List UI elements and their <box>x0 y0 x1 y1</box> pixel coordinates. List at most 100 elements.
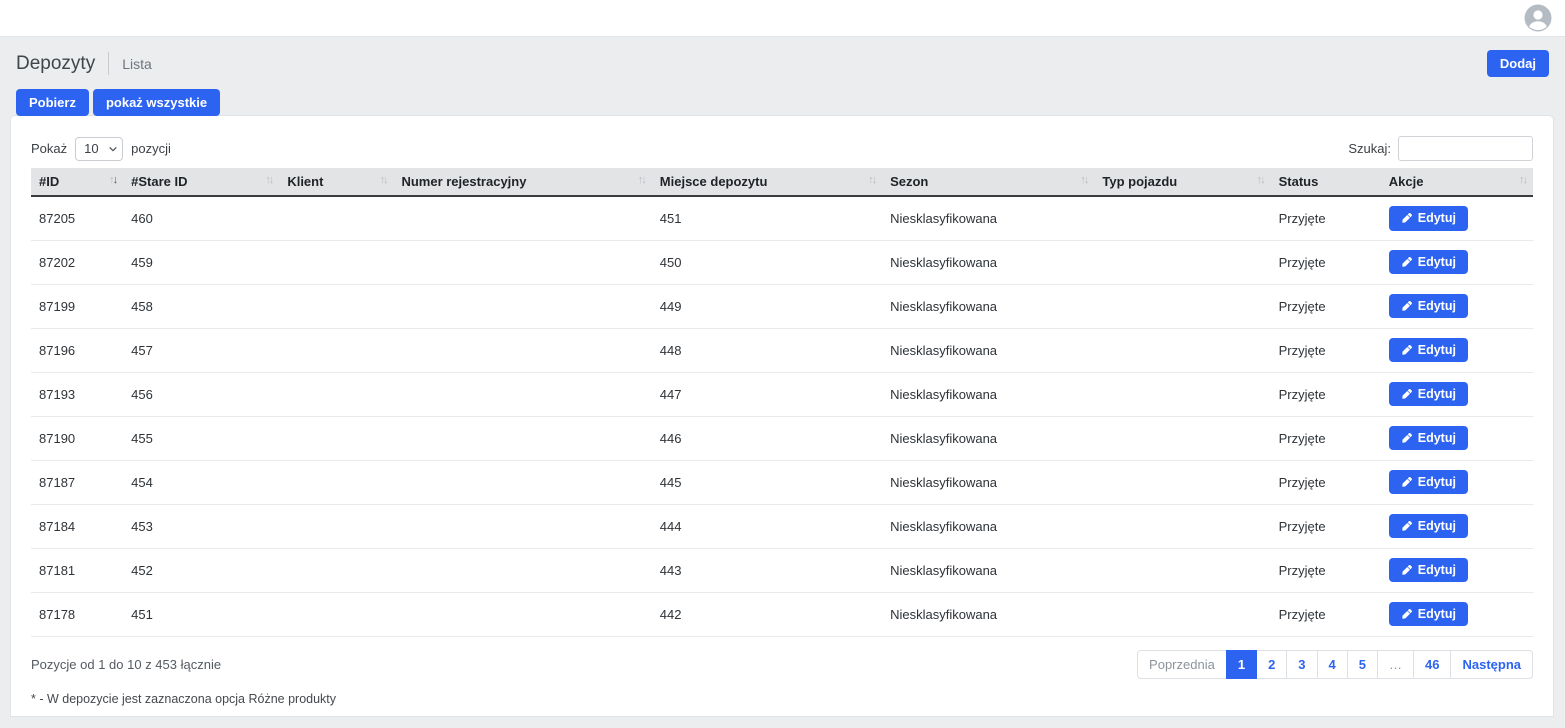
cell-sezon: Niesklasyfikowana <box>882 460 1094 504</box>
cell-miejsce-depozytu: 451 <box>652 196 882 240</box>
cell-id: 87181 <box>31 548 123 592</box>
sort-icon: ↑↓ <box>1519 174 1528 186</box>
pagination-ellipsis[interactable]: … <box>1377 650 1414 679</box>
cell-klient <box>279 284 393 328</box>
column-header-status: Status <box>1271 168 1381 196</box>
pagination-page-5[interactable]: 5 <box>1347 650 1378 679</box>
pagination-page-4[interactable]: 4 <box>1317 650 1348 679</box>
cell-miejsce-depozytu: 444 <box>652 504 882 548</box>
cell-id: 87205 <box>31 196 123 240</box>
cell-stare-id: 451 <box>123 592 279 636</box>
search-label: Szukaj: <box>1348 141 1391 156</box>
cell-miejsce-depozytu: 443 <box>652 548 882 592</box>
cell-stare-id: 458 <box>123 284 279 328</box>
cell-numer-rejestracyjny <box>393 240 651 284</box>
pagination-page-1[interactable]: 1 <box>1226 650 1257 679</box>
cell-stare-id: 453 <box>123 504 279 548</box>
cell-status: Przyjęte <box>1271 240 1381 284</box>
table-body: 87205 460 451 Niesklasyfikowana Przyjęte… <box>31 196 1533 636</box>
cell-numer-rejestracyjny <box>393 196 651 240</box>
edit-button[interactable]: Edytuj <box>1389 558 1468 583</box>
cell-stare-id: 459 <box>123 240 279 284</box>
cell-typ-pojazdu <box>1094 372 1270 416</box>
table-row: 87193 456 447 Niesklasyfikowana Przyjęte… <box>31 372 1533 416</box>
column-header-stare-id[interactable]: #Stare ID ↑↓ <box>123 168 279 196</box>
add-button[interactable]: Dodaj <box>1487 50 1549 77</box>
pagination: Poprzednia12345…46Następna <box>1137 650 1533 679</box>
page-title: Depozyty <box>16 53 95 75</box>
cell-sezon: Niesklasyfikowana <box>882 196 1094 240</box>
entries-label: pozycji <box>131 141 171 156</box>
cell-id: 87178 <box>31 592 123 636</box>
pagination-page-3[interactable]: 3 <box>1286 650 1317 679</box>
sort-icon: ↑↓ <box>1080 174 1089 186</box>
pencil-icon <box>1401 609 1412 620</box>
column-header-akcje[interactable]: Akcje ↑↓ <box>1381 168 1533 196</box>
page-size-select[interactable]: 10 <box>75 137 123 161</box>
column-header-typ-pojazdu[interactable]: Typ pojazdu ↑↓ <box>1094 168 1270 196</box>
edit-button[interactable]: Edytuj <box>1389 602 1468 627</box>
column-header-sezon[interactable]: Sezon ↑↓ <box>882 168 1094 196</box>
cell-id: 87199 <box>31 284 123 328</box>
cell-sezon: Niesklasyfikowana <box>882 240 1094 284</box>
table-card: Pokaż 10 pozycji Szukaj: #ID <box>11 116 1553 716</box>
edit-button[interactable]: Edytuj <box>1389 426 1468 451</box>
pencil-icon <box>1401 477 1412 488</box>
column-header-klient[interactable]: Klient ↑↓ <box>279 168 393 196</box>
cell-akcje: Edytuj <box>1381 328 1533 372</box>
cell-miejsce-depozytu: 442 <box>652 592 882 636</box>
table-row: 87199 458 449 Niesklasyfikowana Przyjęte… <box>31 284 1533 328</box>
footnote: * - W depozycie jest zaznaczona opcja Ró… <box>31 692 1533 706</box>
pagination-page-2[interactable]: 2 <box>1256 650 1287 679</box>
pagination-previous[interactable]: Poprzednia <box>1137 650 1227 679</box>
table-row: 87202 459 450 Niesklasyfikowana Przyjęte… <box>31 240 1533 284</box>
cell-typ-pojazdu <box>1094 548 1270 592</box>
page-size-label: Pokaż <box>31 141 67 156</box>
column-header-miejsce-depozytu[interactable]: Miejsce depozytu ↑↓ <box>652 168 882 196</box>
cell-sezon: Niesklasyfikowana <box>882 284 1094 328</box>
edit-button[interactable]: Edytuj <box>1389 206 1468 231</box>
show-all-button[interactable]: pokaż wszystkie <box>93 89 220 116</box>
cell-sezon: Niesklasyfikowana <box>882 592 1094 636</box>
download-button[interactable]: Pobierz <box>16 89 89 116</box>
deposits-table: #ID ↑↓ #Stare ID ↑↓ Klient ↑↓ Numer reje… <box>31 168 1533 637</box>
cell-status: Przyjęte <box>1271 416 1381 460</box>
cell-stare-id: 457 <box>123 328 279 372</box>
cell-klient <box>279 460 393 504</box>
cell-akcje: Edytuj <box>1381 548 1533 592</box>
user-icon <box>1524 20 1552 35</box>
pagination-next[interactable]: Następna <box>1450 650 1533 679</box>
cell-miejsce-depozytu: 446 <box>652 416 882 460</box>
edit-button[interactable]: Edytuj <box>1389 338 1468 363</box>
avatar-button[interactable] <box>1524 4 1552 32</box>
cell-stare-id: 452 <box>123 548 279 592</box>
cell-klient <box>279 416 393 460</box>
cell-typ-pojazdu <box>1094 328 1270 372</box>
cell-id: 87202 <box>31 240 123 284</box>
cell-akcje: Edytuj <box>1381 372 1533 416</box>
pagination-info: Pozycje od 1 do 10 z 453 łącznie <box>31 657 221 672</box>
edit-button[interactable]: Edytuj <box>1389 294 1468 319</box>
sort-icon: ↑↓ <box>638 174 647 186</box>
cell-numer-rejestracyjny <box>393 592 651 636</box>
edit-button[interactable]: Edytuj <box>1389 250 1468 275</box>
cell-status: Przyjęte <box>1271 460 1381 504</box>
column-header-numer-rejestracyjny[interactable]: Numer rejestracyjny ↑↓ <box>393 168 651 196</box>
edit-button[interactable]: Edytuj <box>1389 514 1468 539</box>
edit-button[interactable]: Edytuj <box>1389 382 1468 407</box>
cell-id: 87196 <box>31 328 123 372</box>
cell-miejsce-depozytu: 448 <box>652 328 882 372</box>
cell-status: Przyjęte <box>1271 548 1381 592</box>
cell-klient <box>279 548 393 592</box>
cell-status: Przyjęte <box>1271 284 1381 328</box>
table-row: 87181 452 443 Niesklasyfikowana Przyjęte… <box>31 548 1533 592</box>
search-input[interactable] <box>1398 136 1533 161</box>
pagination-page-46[interactable]: 46 <box>1413 650 1451 679</box>
edit-button[interactable]: Edytuj <box>1389 470 1468 495</box>
page-header: Depozyty Lista Dodaj Pobierz pokaż wszys… <box>0 37 1565 116</box>
cell-status: Przyjęte <box>1271 196 1381 240</box>
pencil-icon <box>1401 565 1412 576</box>
column-header-id[interactable]: #ID ↑↓ <box>31 168 123 196</box>
sort-icon: ↑↓ <box>379 174 388 186</box>
cell-numer-rejestracyjny <box>393 372 651 416</box>
